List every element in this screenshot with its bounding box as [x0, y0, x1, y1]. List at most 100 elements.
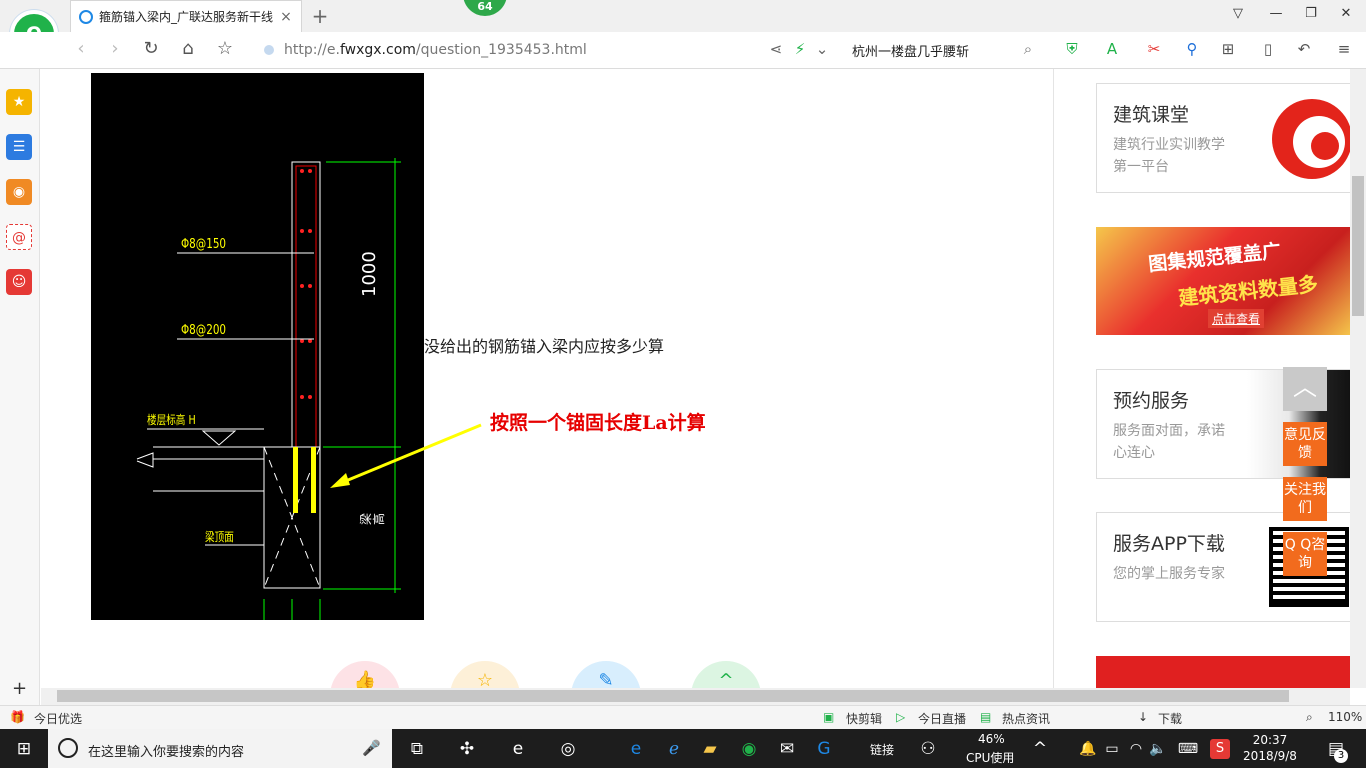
- menu-icon[interactable]: ≡: [1334, 40, 1354, 58]
- volume-icon[interactable]: 🔈: [1146, 737, 1170, 761]
- minimize-button[interactable]: —: [1266, 6, 1286, 21]
- card-subtitle: 您的掌上服务专家: [1113, 566, 1225, 582]
- scissors-icon[interactable]: ✂: [1144, 40, 1164, 58]
- ie-icon[interactable]: ℯ: [662, 737, 686, 761]
- new-tab-button[interactable]: +: [310, 4, 330, 28]
- card-subtitle: 服务面对面，承诺心连心: [1113, 423, 1225, 461]
- lightning-icon[interactable]: ⚡: [790, 40, 810, 58]
- links-toolbar[interactable]: 链接: [870, 741, 894, 758]
- like-icon[interactable]: 👍: [330, 661, 400, 688]
- refresh-icon[interactable]: ↻: [140, 38, 162, 59]
- mail-app-icon[interactable]: ✉: [775, 737, 799, 761]
- back-icon[interactable]: ‹: [70, 38, 92, 59]
- column-rebar-outline: [295, 165, 317, 448]
- edge-blue-icon[interactable]: e: [624, 737, 648, 761]
- forward-icon[interactable]: ›: [104, 38, 126, 59]
- quick-clip-link[interactable]: 快剪辑: [846, 710, 882, 727]
- url-path: /question_1935453.html: [415, 42, 587, 58]
- share-icon[interactable]: ⋖: [766, 40, 786, 58]
- news-icon[interactable]: ▤: [980, 710, 991, 724]
- zoom-icon[interactable]: ⌕: [1306, 710, 1313, 725]
- promo-banner[interactable]: 图集规范覆盖广 建筑资料数量多 点击查看: [1096, 227, 1350, 335]
- task-view-icon[interactable]: ⧉: [405, 737, 429, 761]
- left-sidebar: ★ ☰ ◉ @ ☺ +: [0, 69, 40, 705]
- g-app-icon[interactable]: G: [812, 737, 836, 761]
- undo-icon[interactable]: ↶: [1294, 40, 1314, 58]
- card-building-class[interactable]: 建筑课堂 建筑行业实训教学第一平台: [1096, 83, 1350, 193]
- battery-icon[interactable]: ▭: [1100, 737, 1124, 761]
- download-icon[interactable]: ↓: [1138, 710, 1148, 724]
- label-beam-height: 梁高: [359, 512, 386, 525]
- quick-clip-icon[interactable]: ▣: [823, 710, 834, 724]
- mail-icon[interactable]: @: [6, 224, 32, 250]
- home-icon[interactable]: ⌂: [177, 38, 199, 59]
- notification-bell-icon[interactable]: 🔔: [1076, 737, 1100, 761]
- feedback-button[interactable]: 意见反馈: [1283, 422, 1327, 466]
- share-up-icon[interactable]: ^: [691, 661, 761, 688]
- windows-start-icon[interactable]: ⊞: [12, 737, 36, 761]
- clock[interactable]: 20:37 2018/9/8: [1240, 732, 1300, 764]
- news-link[interactable]: 热点资讯: [1002, 710, 1050, 727]
- reader-icon[interactable]: ▯: [1258, 40, 1278, 58]
- edge-browser-icon[interactable]: e: [506, 737, 530, 761]
- tray-chevron-icon[interactable]: ^: [1028, 737, 1052, 761]
- sogou-input-icon[interactable]: S: [1210, 739, 1230, 759]
- follow-us-button[interactable]: 关注我们: [1283, 477, 1327, 521]
- favorite-star-icon[interactable]: ☆: [214, 38, 236, 59]
- qq-consult-button[interactable]: Q Q咨询: [1283, 532, 1327, 576]
- translate-icon[interactable]: A: [1102, 40, 1122, 58]
- tab-close-icon[interactable]: ×: [279, 9, 293, 25]
- live-link[interactable]: 今日直播: [918, 710, 966, 727]
- reading-list-icon[interactable]: ☰: [6, 134, 32, 160]
- horizontal-scroll-thumb[interactable]: [57, 690, 1289, 702]
- apps-grid-icon[interactable]: ⊞: [1218, 40, 1238, 58]
- back-to-top-button[interactable]: ︿: [1283, 367, 1327, 411]
- card-title: 预约服务: [1113, 390, 1190, 412]
- address-bar[interactable]: http://e. fwxgx.com /question_1935453.ht…: [264, 40, 754, 60]
- wifi-icon[interactable]: ◠: [1124, 737, 1148, 761]
- vertical-scroll-thumb[interactable]: [1352, 176, 1364, 316]
- close-window-button[interactable]: ✕: [1336, 6, 1356, 21]
- sidebar-add-icon[interactable]: +: [12, 678, 27, 699]
- vertical-scrollbar[interactable]: [1350, 69, 1366, 688]
- weibo-icon[interactable]: ◉: [6, 179, 32, 205]
- score-badge[interactable]: 64: [463, 0, 507, 16]
- url-domain: fwxgx.com: [339, 42, 416, 58]
- notification-count: 3: [1334, 749, 1348, 763]
- microphone-icon[interactable]: 🎤: [362, 739, 381, 757]
- promo-banner-red[interactable]: [1096, 656, 1350, 688]
- keyboard-icon[interactable]: ⌨: [1176, 737, 1200, 761]
- live-icon[interactable]: ▷: [896, 710, 905, 724]
- magnifier-tool-icon[interactable]: ⚲: [1182, 40, 1202, 58]
- download-link[interactable]: 下载: [1158, 710, 1182, 727]
- cad-drawing-svg: [136, 158, 401, 620]
- skin-icon[interactable]: ▽: [1228, 6, 1248, 21]
- card-title: 服务APP下载: [1113, 533, 1225, 555]
- 360-browser-icon[interactable]: ◉: [737, 737, 761, 761]
- shield-icon[interactable]: ⛨: [1062, 40, 1082, 58]
- collect-star-icon[interactable]: ☆: [450, 661, 520, 688]
- gift-icon[interactable]: 🎁: [10, 710, 25, 724]
- site-info-icon[interactable]: [264, 45, 274, 55]
- file-explorer-icon[interactable]: ▰: [698, 737, 722, 761]
- dropdown-chevron-icon[interactable]: ⌄: [812, 40, 832, 58]
- clock-time: 20:37: [1252, 733, 1288, 747]
- anchor-rebar-right: [311, 447, 316, 513]
- search-box[interactable]: 杭州一楼盘几乎腰斩: [852, 41, 969, 60]
- game-icon[interactable]: ☺: [6, 269, 32, 295]
- search-icon[interactable]: ⌕: [1018, 40, 1038, 58]
- taskbar-search[interactable]: 在这里输入你要搜索的内容 🎤: [48, 729, 392, 768]
- navigation-bar: ‹ › ↻ ⌂ ☆ http://e. fwxgx.com /question_…: [0, 32, 1366, 69]
- rebar-dots: [300, 169, 312, 399]
- zoom-level[interactable]: 110%: [1328, 710, 1362, 724]
- spiral-app-icon[interactable]: ◎: [556, 737, 580, 761]
- label-floor-height: 楼层标高 H: [147, 413, 196, 427]
- promo-cta[interactable]: 点击查看: [1208, 309, 1265, 328]
- comment-icon[interactable]: ✎: [571, 661, 641, 688]
- restore-button[interactable]: ❐: [1301, 6, 1321, 21]
- pinwheel-app-icon[interactable]: ✣: [455, 737, 479, 761]
- people-icon[interactable]: ⚇: [916, 737, 940, 761]
- today-picks-link[interactable]: 今日优选: [34, 710, 82, 727]
- tab-active[interactable]: 箍筋锚入梁内_广联达服务新干线 ×: [70, 0, 302, 32]
- favorites-star-icon[interactable]: ★: [6, 89, 32, 115]
